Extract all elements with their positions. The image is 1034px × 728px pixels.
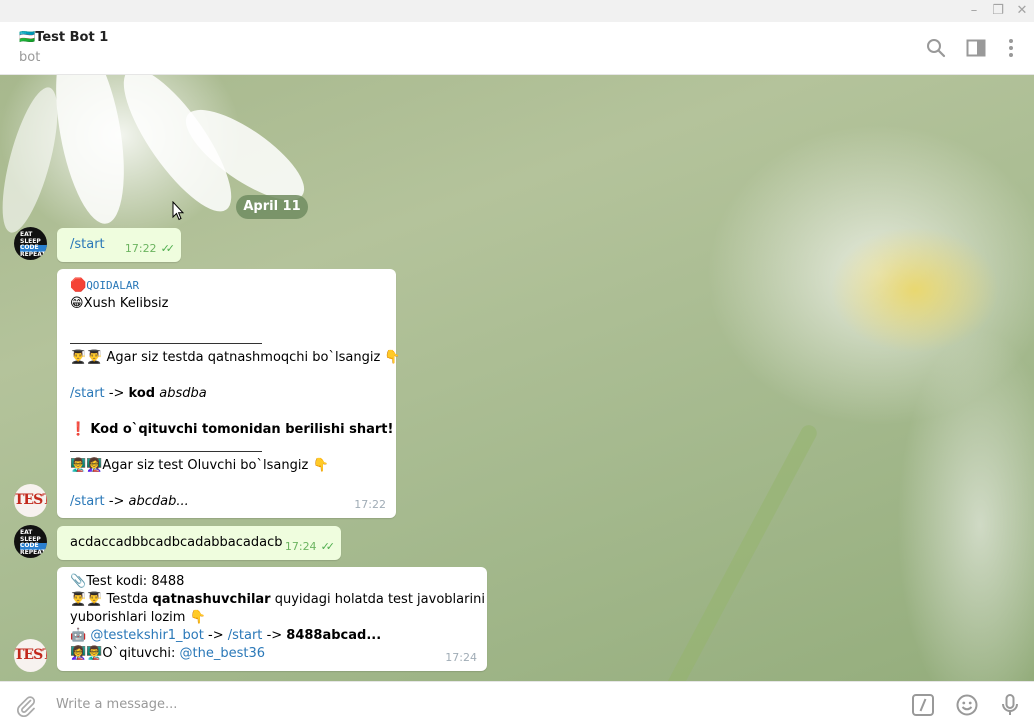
chat-history[interactable]: April 11 EAT SLEEP CODE REPEAT /start 17… (0, 75, 1034, 681)
student-icon: 👨‍🎓👨‍🎓 (70, 592, 103, 607)
attach-icon[interactable] (14, 693, 38, 717)
point-down-icon: 👇 (384, 350, 401, 365)
arrow-text: -> (266, 628, 283, 643)
time-text: 17:24 (284, 540, 317, 553)
stop-sign-icon: 🛑 (70, 278, 87, 293)
arrow-text: -> (108, 386, 125, 401)
bold-text: 8488abcad... (286, 628, 382, 643)
message-composer (0, 681, 1034, 728)
bot-avatar[interactable]: TEST (14, 639, 47, 672)
student-icon: 👨‍🎓👨‍🎓 (70, 350, 103, 365)
command-link[interactable]: /start (228, 628, 263, 643)
message-bubble[interactable]: acdaccadbbcadbcadabbacadacb 17:24 ✓✓ (57, 526, 341, 560)
divider (70, 451, 262, 452)
user-avatar[interactable]: EAT SLEEP CODE REPEAT (14, 525, 47, 558)
user-mention-link[interactable]: @the_best36 (180, 646, 266, 661)
command-link[interactable]: /start (70, 494, 105, 509)
bold-text: qatnashuvchilar (152, 592, 271, 607)
italic-text: absdba (159, 386, 207, 401)
date-separator: April 11 (236, 195, 308, 219)
point-down-icon: 👇 (189, 610, 206, 625)
minimize-button[interactable]: – (964, 2, 984, 20)
message-text: Agar siz testda qatnashmoqchi bo`lsangiz (106, 350, 381, 365)
point-down-icon: 👇 (312, 458, 329, 473)
window-titlebar: – ❐ ✕ (0, 0, 1034, 22)
mouse-cursor-icon (172, 201, 184, 221)
chat-header[interactable]: 🇺🇿Test Bot 1 bot (0, 22, 1034, 75)
message-line: /start -> kod absdba (70, 385, 207, 403)
message-text: Agar siz test Oluvchi bo`lsangiz (102, 458, 309, 473)
paperclip-icon: 📎 (70, 574, 87, 589)
message-line: 👨‍🎓👨‍🎓 Agar siz testda qatnashmoqchi bo`… (70, 349, 401, 367)
time-text: 17:22 (124, 242, 157, 255)
italic-text: abcdab... (128, 494, 189, 509)
user-avatar[interactable]: EAT SLEEP CODE REPEAT (14, 227, 47, 260)
message-line: 🛑QOIDALAR (70, 277, 139, 295)
message-line: 👨‍🎓👨‍🎓 Testda qatnashuvchilar quyidagi h… (70, 591, 485, 609)
command-link[interactable]: /start (70, 386, 105, 401)
flag-icon: 🇺🇿 (19, 30, 36, 45)
message-time: 17:22 (354, 498, 386, 511)
message-line: 👩‍🏫👨‍🏫O`qituvchi: @the_best36 (70, 645, 265, 663)
chat-status: bot (19, 50, 41, 65)
chat-title[interactable]: 🇺🇿Test Bot 1 (19, 30, 108, 45)
more-menu-icon[interactable] (999, 36, 1023, 60)
message-line: 👨‍🏫👩‍🏫Agar siz test Oluvchi bo`lsangiz 👇 (70, 457, 329, 475)
read-checks-icon: ✓✓ (160, 242, 176, 255)
avatar-text: REPEAT (20, 250, 46, 258)
message-bubble[interactable]: /start 17:22 ✓✓ (57, 228, 181, 262)
bot-avatar[interactable]: TEST (14, 484, 47, 517)
wallpaper-stem (636, 422, 820, 681)
divider (70, 343, 262, 344)
message-line: yuborishlari lozim 👇 (70, 609, 206, 627)
message-line: 🤖 @testekshir1_bot -> /start -> 8488abca… (70, 627, 381, 645)
close-button[interactable]: ✕ (1012, 2, 1032, 20)
message-line: ❗ Kod o`qituvchi tomonidan berilishi sha… (70, 421, 393, 439)
restore-button[interactable]: ❐ (988, 2, 1008, 20)
message-text: quyidagi holatda test javoblarini (274, 592, 485, 607)
message-text: Testda (106, 592, 149, 607)
robot-icon: 🤖 (70, 628, 87, 643)
avatar-text: REPEAT (20, 548, 46, 556)
message-time: 17:24 ✓✓ (284, 538, 336, 556)
message-text: yuborishlari lozim (70, 610, 186, 625)
exclamation-icon: ❗ (70, 422, 87, 437)
read-checks-icon: ✓✓ (320, 540, 336, 553)
message-text: acdaccadbbcadbcadabbacadacb (70, 535, 283, 550)
message-time: 17:24 (445, 651, 477, 664)
bot-mention-link[interactable]: @testekshir1_bot (90, 628, 204, 643)
message-line: 📎Test kodi: 8488 (70, 573, 184, 591)
message-time: 17:22 ✓✓ (124, 240, 176, 258)
emoji-icon[interactable] (955, 693, 979, 717)
bot-commands-icon[interactable] (911, 693, 935, 717)
command-link[interactable]: /start (70, 236, 105, 254)
wallpaper-petal (43, 75, 137, 229)
message-input[interactable] (54, 696, 758, 713)
chat-title-text: Test Bot 1 (35, 30, 109, 45)
bold-text: Kod o`qituvchi tomonidan berilishi shart… (90, 422, 394, 437)
bold-text: kod (128, 386, 156, 401)
sidebar-toggle-icon[interactable] (964, 36, 988, 60)
message-line: 😁Xush Kelibsiz (70, 295, 168, 313)
teacher-icon: 👨‍🏫👩‍🏫 (70, 458, 103, 473)
message-text: O`qituvchi: (102, 646, 176, 661)
message-text: Xush Kelibsiz (83, 296, 169, 311)
message-bubble[interactable]: 📎Test kodi: 8488 👨‍🎓👨‍🎓 Testda qatnashuv… (57, 567, 487, 671)
teacher-icon: 👩‍🏫👨‍🏫 (70, 646, 103, 661)
arrow-text: -> (208, 628, 224, 643)
microphone-icon[interactable] (998, 693, 1022, 717)
rules-heading: QOIDALAR (86, 279, 140, 292)
search-icon[interactable] (924, 36, 948, 60)
message-line: /start -> abcdab... (70, 493, 189, 511)
message-text: Test kodi: 8488 (86, 574, 185, 589)
arrow-text: -> (108, 494, 125, 509)
grin-icon: 😁 (70, 296, 84, 311)
message-bubble[interactable]: 🛑QOIDALAR 😁Xush Kelibsiz 👨‍🎓👨‍🎓 Agar siz… (57, 269, 401, 518)
